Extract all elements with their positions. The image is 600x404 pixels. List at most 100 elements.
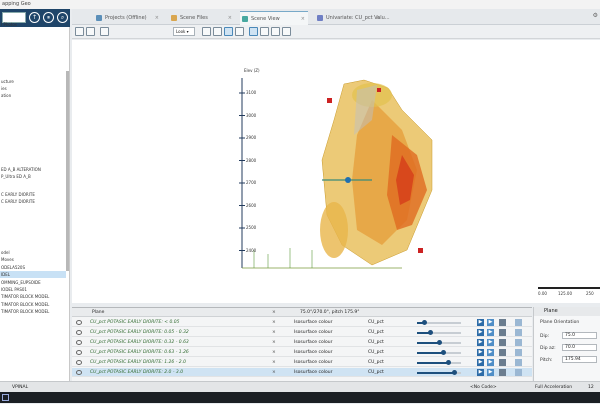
play-icon[interactable]: ▶: [487, 359, 494, 366]
tree-item[interactable]: ies: [0, 85, 66, 92]
tree-item[interactable]: OMMING_EUPSOIDE: [0, 279, 66, 286]
layers-icon[interactable]: [86, 27, 95, 36]
tree-item[interactable]: C EARLY DIORITE: [0, 198, 66, 205]
table-icon[interactable]: [515, 349, 522, 356]
colour-mode[interactable]: Isosurface colour: [294, 328, 358, 337]
pencil-icon[interactable]: [202, 27, 211, 36]
opacity-slider[interactable]: [422, 320, 427, 325]
pitch-field[interactable]: 175.94: [562, 356, 597, 363]
table-icon[interactable]: [515, 359, 522, 366]
visibility-icon[interactable]: [76, 320, 82, 325]
attribute-select[interactable]: CU_pct: [368, 348, 398, 357]
grid-icon[interactable]: [499, 339, 506, 346]
tree-item[interactable]: ED A_B ALTERATION: [0, 166, 66, 173]
close-icon[interactable]: ×: [272, 338, 276, 347]
shape-row[interactable]: CU_pct POTASIC EARLY DIORITE: < 0.05 × Iso…: [72, 318, 532, 327]
dip-field[interactable]: 75.0: [562, 332, 597, 339]
table-icon[interactable]: [515, 319, 522, 326]
grid-icon[interactable]: [499, 359, 506, 366]
visibility-icon[interactable]: [76, 370, 82, 375]
colour-mode[interactable]: Isosurface colour: [294, 338, 358, 347]
shape-row[interactable]: CU_pct POTASIC EARLY DIORITE: 2.0 - 3.0 ×…: [72, 368, 532, 377]
tree-item[interactable]: ODELA520S: [0, 264, 66, 271]
play-icon[interactable]: ▶: [487, 369, 494, 376]
visibility-icon[interactable]: [76, 340, 82, 345]
plane-header-row[interactable]: Plane × 75.0°/270.0°, pitch 175.9°: [72, 308, 532, 317]
visibility-icon[interactable]: [76, 330, 82, 335]
shape-row[interactable]: CU_pct POTASIC EARLY DIORITE: 0.32 - 0.6…: [72, 338, 532, 347]
measure-icon[interactable]: [213, 27, 222, 36]
grid-icon[interactable]: [499, 349, 506, 356]
tree-item[interactable]: I Photos: [0, 21, 66, 28]
grid-icon[interactable]: [499, 369, 506, 376]
attribute-select[interactable]: CU_pct: [368, 368, 398, 377]
visibility-icon[interactable]: [76, 350, 82, 355]
table-icon[interactable]: [515, 369, 522, 376]
close-icon[interactable]: ×: [155, 11, 159, 25]
play-icon[interactable]: ▶: [487, 349, 494, 356]
start-icon[interactable]: [2, 394, 9, 401]
play-icon[interactable]: ▶: [477, 369, 484, 376]
opacity-slider[interactable]: [446, 360, 451, 365]
opacity-slider[interactable]: [437, 340, 442, 345]
play-icon[interactable]: ▶: [477, 359, 484, 366]
save-view-icon[interactable]: [75, 27, 84, 36]
close-icon[interactable]: ×: [272, 368, 276, 377]
tab-scene-files[interactable]: Scene Files ×: [169, 11, 235, 25]
attribute-select[interactable]: CU_pct: [368, 318, 398, 327]
draw-icon[interactable]: [235, 27, 244, 36]
table-icon[interactable]: [515, 329, 522, 336]
tree-item[interactable]: TIMATOR BLOCK MODEL: [0, 301, 66, 308]
scene-canvas[interactable]: [72, 40, 600, 303]
tree-item[interactable]: ation: [0, 92, 66, 99]
play-icon[interactable]: ▶: [487, 319, 494, 326]
shape-row[interactable]: CU_pct POTASIC EARLY DIORITE: 1.26 - 2.0…: [72, 358, 532, 367]
shape-row[interactable]: CU_pct POTASIC EARLY DIORITE: 0.63 - 1.2…: [72, 348, 532, 357]
tree-item[interactable]: odel: [0, 249, 66, 256]
attribute-select[interactable]: CU_pct: [368, 328, 398, 337]
select-icon[interactable]: [249, 27, 258, 36]
dip-az-field[interactable]: 70.0: [562, 344, 597, 351]
tree-scrollbar[interactable]: [66, 71, 69, 271]
tree-item[interactable]: IDEL: [0, 271, 66, 278]
close-icon[interactable]: ×: [272, 328, 276, 337]
play-icon[interactable]: ▶: [487, 329, 494, 336]
play-icon[interactable]: ▶: [487, 339, 494, 346]
play-icon[interactable]: ▶: [477, 319, 484, 326]
play-icon[interactable]: ▶: [477, 349, 484, 356]
tree-item[interactable]: TIMATOR BLOCK MODEL: [0, 308, 66, 315]
tab-projects[interactable]: Projects (Offline) ×: [94, 11, 162, 25]
grid-icon[interactable]: [499, 329, 506, 336]
tree-item[interactable]: ucture: [0, 78, 66, 85]
refresh-icon[interactable]: [271, 27, 280, 36]
table-icon[interactable]: [515, 339, 522, 346]
rotate-icon[interactable]: [260, 27, 269, 36]
close-icon[interactable]: ×: [272, 348, 276, 357]
close-icon[interactable]: ×: [301, 12, 305, 26]
visibility-icon[interactable]: [76, 360, 82, 365]
close-icon[interactable]: ×: [272, 308, 276, 317]
close-icon[interactable]: ×: [272, 358, 276, 367]
tree-item[interactable]: TIMATOR BLOCK MODEL: [0, 293, 66, 300]
ruler-icon[interactable]: [282, 27, 291, 36]
opacity-slider[interactable]: [452, 370, 457, 375]
tree-item[interactable]: C EARLY DIORITE: [0, 191, 66, 198]
tree-item[interactable]: IODEL PAS01: [0, 286, 66, 293]
colour-mode[interactable]: Isosurface colour: [294, 358, 358, 367]
colour-mode[interactable]: Isosurface colour: [294, 348, 358, 357]
tab-scene-view[interactable]: Scene View ×: [240, 11, 308, 25]
close-icon[interactable]: ×: [228, 11, 232, 25]
tree-item[interactable]: P_Ultra ED A_B: [0, 173, 66, 180]
colour-mode[interactable]: Isosurface colour: [294, 318, 358, 327]
view-mode-icon[interactable]: [100, 27, 109, 36]
opacity-slider[interactable]: [441, 350, 446, 355]
opacity-slider[interactable]: [428, 330, 433, 335]
tree-item[interactable]: Moves: [0, 256, 66, 263]
shape-row[interactable]: CU_pct POTASIC EARLY DIORITE: 0.05 - 0.3…: [72, 328, 532, 337]
close-icon[interactable]: ×: [376, 11, 380, 25]
play-icon[interactable]: ▶: [477, 329, 484, 336]
play-icon[interactable]: ▶: [477, 339, 484, 346]
colour-mode[interactable]: Isosurface colour: [294, 368, 358, 377]
tab-univariate[interactable]: Univariate: CU_pct Valu... ×: [315, 11, 390, 25]
slice-icon[interactable]: [224, 27, 233, 36]
